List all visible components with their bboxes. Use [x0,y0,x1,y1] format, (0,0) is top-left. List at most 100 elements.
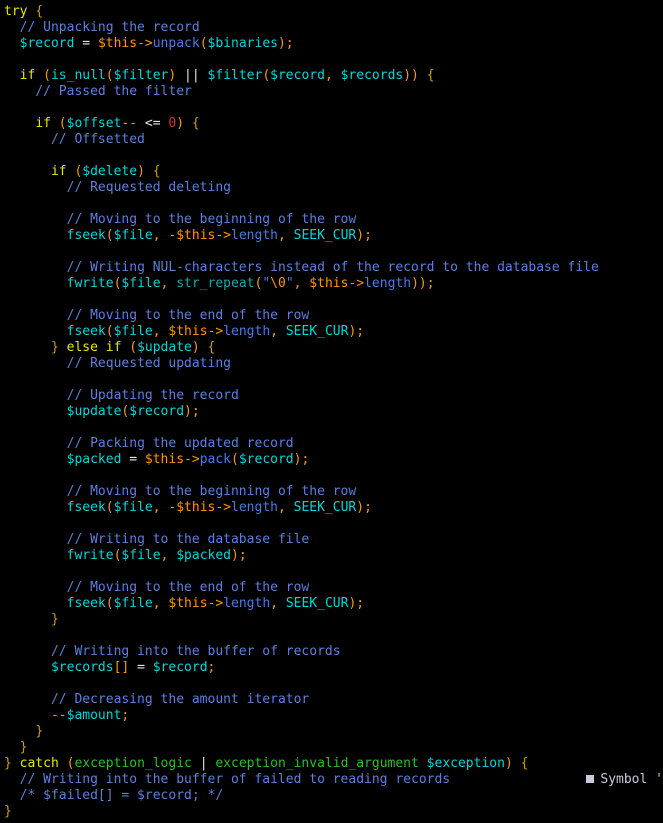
code-token: // Decreasing the amount iterator [50,692,310,707]
code-line[interactable]: // Writing NUL-characters instead of the… [4,260,663,276]
code-editor-viewport[interactable]: try { // Unpacking the record $record = … [0,0,663,823]
code-line[interactable]: fseek($file, $this->length, SEEK_CUR); [4,596,663,612]
code-token: $filter [207,68,263,83]
code-line[interactable]: $packed = $this->pack($record); [4,452,663,468]
code-line[interactable]: --$amount; [4,708,663,724]
code-token: $this [309,276,349,291]
code-token: -> [215,500,232,515]
code-token: $this [168,596,208,611]
code-token: -> [348,276,365,291]
code-token: $packed [176,548,232,563]
code-token: pack [199,452,232,467]
code-token: $record [129,404,185,419]
code-line[interactable] [4,148,663,164]
code-line[interactable]: // Packing the updated record [4,436,663,452]
code-token: } [19,740,28,755]
code-token: ( [105,596,114,611]
code-line[interactable]: } [4,804,663,820]
code-token: if [50,164,67,179]
code-line[interactable]: // Writing to the database file [4,532,663,548]
code-line[interactable]: fwrite($file, str_repeat("\0", $this->le… [4,276,663,292]
code-lines-container[interactable]: try { // Unpacking the record $record = … [4,4,663,820]
code-line[interactable]: if ($offset-- <= 0) { [4,116,663,132]
code-line[interactable]: // Requested updating [4,356,663,372]
code-line[interactable]: $records[] = $record; [4,660,663,676]
code-token: $record [238,452,294,467]
code-line[interactable]: // Decreasing the amount iterator [4,692,663,708]
code-line[interactable]: } else if ($update) { [4,340,663,356]
code-token: -> [207,596,224,611]
code-token: // Moving to the end of the row [66,308,310,323]
code-line[interactable]: // Requested deleting [4,180,663,196]
code-line[interactable]: // Updating the record [4,388,663,404]
code-line[interactable]: } [4,740,663,756]
code-line[interactable]: if ($delete) { [4,164,663,180]
code-line[interactable]: // Moving to the end of the row [4,580,663,596]
code-line[interactable]: // Moving to the beginning of the row [4,212,663,228]
code-token: -> [184,452,200,467]
code-line[interactable]: // Writing into the buffer of records [4,644,663,660]
code-token: { [35,4,44,19]
code-line[interactable]: fwrite($file, $packed); [4,548,663,564]
code-token: // Offsetted [50,132,145,147]
code-line[interactable] [4,196,663,212]
code-line[interactable]: // Passed the filter [4,84,663,100]
code-line[interactable]: $update($record); [4,404,663,420]
code-line[interactable] [4,468,663,484]
code-line[interactable]: if (is_null($filter) || $filter($record,… [4,68,663,84]
code-line[interactable] [4,52,663,68]
code-line[interactable] [4,372,663,388]
code-token: { [152,164,161,179]
code-line[interactable] [4,100,663,116]
code-line[interactable]: } [4,724,663,740]
code-line[interactable]: $record = $this->unpack($binaries); [4,36,663,52]
code-line[interactable] [4,292,663,308]
code-token: fwrite [66,276,114,291]
code-token: // Unpacking the record [19,20,200,35]
code-line[interactable]: fseek($file, -$this->length, SEEK_CUR); [4,500,663,516]
code-line[interactable]: fseek($file, $this->length, SEEK_CUR); [4,324,663,340]
code-token: // Packing the updated record [66,436,294,451]
code-token: ) [504,756,513,771]
code-token: // Writing into the buffer of records [50,644,341,659]
code-line[interactable]: // Unpacking the record [4,20,663,36]
code-line[interactable]: try { [4,4,663,20]
code-line[interactable] [4,516,663,532]
code-token: exception_invalid_argument [215,756,419,771]
code-token: , [152,596,161,611]
code-token: ); [348,596,365,611]
code-token: fwrite [66,548,114,563]
code-token: ( [43,68,51,83]
code-token: length [223,596,271,611]
code-line[interactable] [4,564,663,580]
code-token: length [231,500,278,515]
code-token: SEEK_CUR [285,324,349,339]
code-token: $records [340,68,404,83]
code-line[interactable]: // Moving to the beginning of the row [4,484,663,500]
code-line[interactable]: // Moving to the end of the row [4,308,663,324]
code-line[interactable] [4,244,663,260]
code-line[interactable] [4,420,663,436]
code-line[interactable] [4,676,663,692]
code-line[interactable] [4,628,663,644]
code-line[interactable]: fseek($file, -$this->length, SEEK_CUR); [4,228,663,244]
code-token: } [50,340,59,355]
code-line[interactable]: // Offsetted [4,132,663,148]
code-line[interactable]: } [4,612,663,628]
code-token: $file [113,228,153,243]
